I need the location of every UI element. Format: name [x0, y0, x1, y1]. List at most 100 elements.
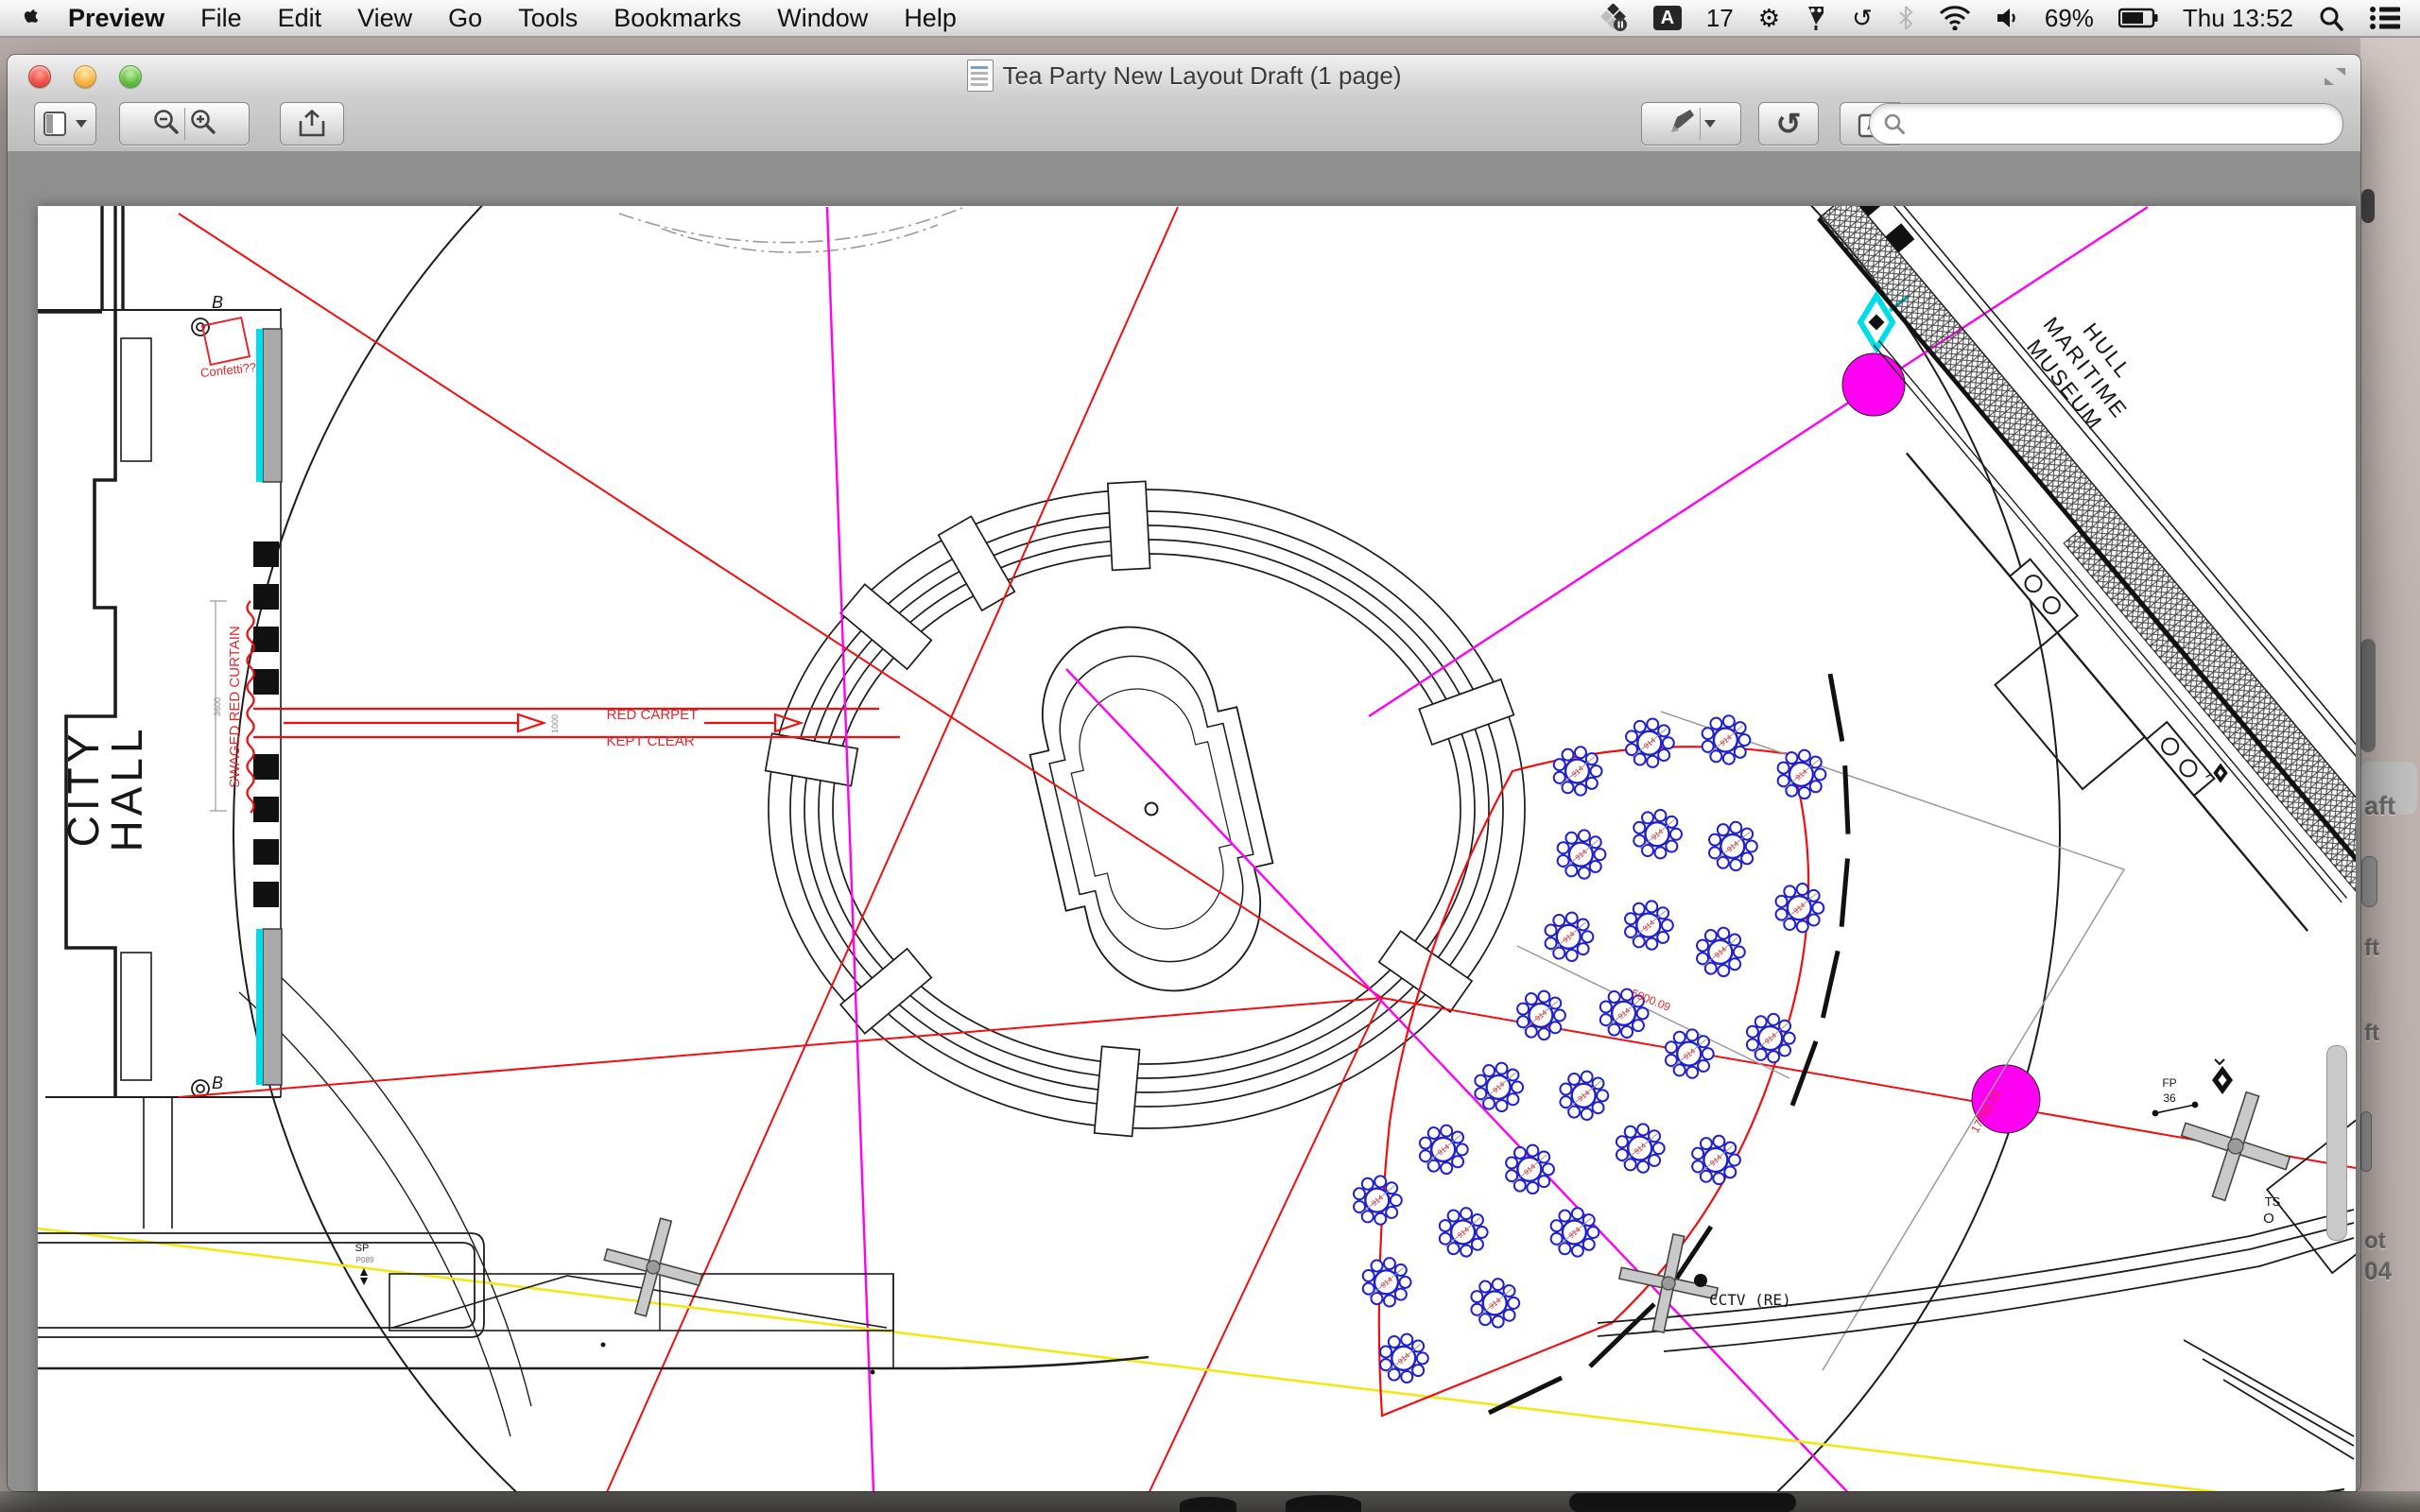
menu-item-bookmarks[interactable]: Bookmarks — [614, 4, 741, 33]
crashplan-icon[interactable] — [1805, 5, 1827, 31]
tea-table: 914 — [1495, 1135, 1564, 1203]
sync-icon[interactable] — [1599, 4, 1629, 32]
tea-table: 914 — [1768, 740, 1836, 808]
plan-label: CCTV (RE) — [1709, 1291, 1791, 1309]
menu-item-preview[interactable]: Preview — [68, 4, 164, 33]
desktop-icon-label[interactable]: ft — [2364, 936, 2379, 962]
fullscreen-icon[interactable] — [2323, 66, 2347, 92]
tea-table: 914 — [1465, 1053, 1533, 1121]
desktop-icon-label[interactable]: aft — [2364, 792, 2395, 821]
tea-table: 914 — [1409, 1115, 1478, 1183]
tea-table: 914 — [1547, 820, 1616, 888]
plan-label: Confetti?? — [199, 360, 257, 380]
lamp-post-crosses — [593, 1077, 2305, 1342]
menu-clock[interactable]: Thu 13:52 — [2183, 4, 2293, 33]
volume-icon[interactable] — [1996, 6, 2020, 30]
tea-table: 914 — [1461, 1269, 1530, 1337]
red-lines — [179, 207, 2356, 1491]
magenta-marker-1 — [1842, 353, 1905, 416]
rotate-left-button[interactable]: ↺ — [1758, 102, 1819, 146]
red-carpet — [253, 709, 900, 737]
time-machine-icon[interactable]: ↺ — [1852, 4, 1873, 33]
menu-item-help[interactable]: Help — [904, 4, 957, 33]
bluetooth-icon[interactable] — [1897, 5, 1914, 31]
tea-table: 914 — [1655, 1020, 1723, 1088]
search-input[interactable] — [1915, 110, 2329, 138]
dock-item-fragment[interactable] — [1180, 1497, 1236, 1512]
desktop-icon-label[interactable]: 04 — [2364, 1257, 2392, 1286]
museum-street — [1692, 206, 2356, 983]
adobe-updater-icon[interactable]: A — [1653, 6, 1682, 30]
notification-center-icon[interactable] — [2369, 6, 2401, 30]
document-viewport[interactable]: 9149149149149149149149149149149149149149… — [8, 151, 2360, 1491]
desktop-icon-fragment[interactable] — [2361, 189, 2375, 223]
spotlight-icon[interactable] — [2318, 5, 2344, 31]
desktop-icon-fragment[interactable] — [2360, 1111, 2372, 1172]
survey-diamond-markers — [2206, 764, 2233, 1095]
menu-item-tools[interactable]: Tools — [518, 4, 578, 33]
desktop-icon-fragment[interactable] — [2361, 856, 2377, 907]
sidebar-button[interactable] — [34, 102, 96, 146]
tea-table: 914 — [1429, 1198, 1497, 1266]
plan-label: B — [212, 293, 223, 312]
menu-item-go[interactable]: Go — [448, 4, 482, 33]
plan-label: SP — [355, 1243, 370, 1254]
plan-label: 36 — [2163, 1091, 2176, 1105]
column-squares — [253, 541, 279, 907]
dock-item-fragment[interactable] — [1286, 1495, 1361, 1512]
tea-table: 914 — [1686, 918, 1754, 986]
share-button[interactable] — [280, 102, 344, 146]
title-bar[interactable]: Tea Party New Layout Draft (1 page) — [8, 55, 2360, 96]
desktop-icon-label[interactable]: ft — [2364, 1021, 2379, 1047]
battery-icon[interactable] — [2118, 8, 2158, 28]
plan-label: RED CARPET — [607, 707, 699, 723]
pdf-page[interactable]: 9149149149149149149149149149149149149149… — [38, 206, 2356, 1491]
desktop-strip: aft ft ft ot04 — [2360, 36, 2420, 1512]
annotate-button[interactable] — [1641, 102, 1741, 146]
zoom-in-icon[interactable] — [189, 108, 217, 141]
plan-label: TS — [2265, 1194, 2281, 1209]
wifi-icon[interactable] — [1939, 6, 1971, 30]
tea-table: 914 — [1541, 1198, 1609, 1266]
tea-table: 914 — [1544, 737, 1612, 805]
plaza-roads — [38, 1120, 2356, 1491]
menu-item-file[interactable]: File — [200, 4, 242, 33]
desktop-icon-fragment[interactable] — [2360, 639, 2376, 752]
menu-item-window[interactable]: Window — [777, 4, 868, 33]
status-icons: A 17 ⚙ ↺ 69% Thu 13:52 — [1599, 4, 2420, 33]
tea-table: 914 — [1699, 812, 1767, 880]
yellow-line — [38, 1228, 2351, 1491]
tea-table: 914 — [1616, 709, 1684, 777]
vertical-scrollbar-thumb[interactable] — [2326, 1045, 2347, 1241]
confetti-square — [202, 318, 250, 365]
fountain — [1007, 606, 1296, 1013]
zoom-out-icon[interactable] — [152, 108, 181, 141]
menu-item-view[interactable]: View — [357, 4, 412, 33]
plan-label: FP — [2162, 1076, 2176, 1090]
gear-menu-icon[interactable]: ⚙ — [1758, 4, 1780, 33]
marquee-dimension — [1661, 712, 2124, 1370]
tea-table: 914 — [1343, 1166, 1411, 1234]
plan-label: KEPT CLEAR — [606, 733, 694, 749]
zoom-buttons[interactable] — [119, 102, 250, 146]
tea-table: 914 — [1353, 1247, 1421, 1315]
preview-window: Tea Party New Layout Draft (1 page) ↺ — [8, 55, 2360, 1491]
battery-percentage: 69% — [2045, 4, 2094, 33]
desktop-icon-label[interactable]: ot — [2364, 1228, 2386, 1255]
dock-item-fragment[interactable] — [1569, 1493, 1796, 1512]
tea-table: 914 — [1692, 706, 1760, 774]
tea-table: 914 — [1550, 1061, 1618, 1129]
search-field[interactable] — [1869, 103, 2343, 145]
tea-table: 914 — [1615, 891, 1683, 959]
plan-label: P089 — [356, 1256, 374, 1264]
chevron-down-icon — [1704, 120, 1716, 128]
plan-label: SWAGED RED CURTAIN — [227, 626, 243, 787]
apple-menu-icon[interactable] — [23, 7, 42, 29]
tea-table: 914 — [1766, 873, 1834, 941]
plan-labels: CITYHALLBBConfetti??SWAGED RED CURTAIN36… — [59, 293, 2281, 1309]
red-curtain-wavy-line — [248, 601, 254, 813]
menu-item-edit[interactable]: Edit — [278, 4, 322, 33]
plan-label: 3600 — [213, 697, 222, 716]
plan-label: 1000 — [550, 714, 560, 733]
plan-label: B — [212, 1074, 223, 1092]
